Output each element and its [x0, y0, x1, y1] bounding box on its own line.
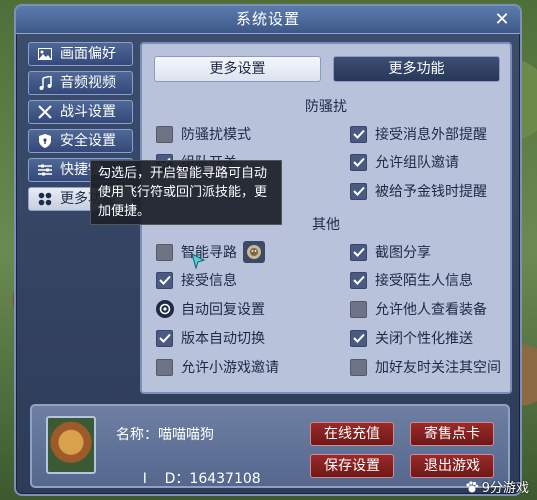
sidebar-item-label: 战斗设置 [60, 104, 116, 120]
paw-icon [466, 480, 478, 492]
checkbox[interactable] [350, 243, 367, 261]
checkbox[interactable] [350, 182, 367, 200]
avatar[interactable] [46, 416, 96, 474]
option-label: 被给予金钱时提醒 [375, 184, 487, 200]
checkbox[interactable] [350, 125, 367, 143]
tab-bar: 更多设置 更多功能 [154, 56, 500, 82]
option-label: 截图分享 [375, 245, 431, 261]
option-label: 版本自动切换 [181, 331, 265, 347]
option-friend-follow-space[interactable]: 加好友时关注其空间 [350, 357, 501, 377]
shield-icon [37, 133, 53, 149]
option-label: 允许他人查看装备 [375, 302, 487, 318]
checkbox[interactable] [350, 271, 367, 289]
sidebar-item-label: 音频视频 [60, 75, 116, 91]
tab-more-features[interactable]: 更多功能 [333, 56, 500, 82]
option-label: 加好友时关注其空间 [375, 360, 501, 376]
option-accept-stranger-info[interactable]: 接受陌生人信息 [350, 270, 473, 290]
checkmark-icon [352, 247, 365, 257]
sidebar-item-display[interactable]: 画面偏好 [28, 42, 133, 66]
option-label: 自动回复设置 [181, 302, 265, 318]
player-name: 喵喵喵狗 [158, 427, 214, 443]
cursor-icon [191, 253, 206, 270]
option-accept-external-alert[interactable]: 接受消息外部提醒 [350, 124, 487, 144]
sliders-icon [37, 162, 53, 178]
image-icon [37, 46, 53, 62]
section-title-anti-harass: 防骚扰 [305, 99, 347, 115]
checkmark-icon [158, 275, 171, 285]
tooltip: 勾选后，开启智能寻路可自动使用飞行符或回门派技能，更加便捷。 [90, 160, 282, 225]
option-screenshot-share[interactable]: 截图分享 [350, 242, 431, 262]
watermark-text: 9分游戏 [481, 481, 529, 496]
checkbox[interactable] [350, 300, 367, 318]
crossed-swords-icon [37, 104, 53, 120]
exit-game-button[interactable]: 退出游戏 [410, 454, 494, 478]
player-id-label: I D： [142, 471, 190, 487]
option-money-alert[interactable]: 被给予金钱时提醒 [350, 181, 487, 201]
lion-badge-icon [243, 241, 265, 263]
option-label: 允许小游戏邀请 [181, 360, 279, 376]
player-name-label: 名称： [116, 427, 158, 443]
option-label: 允许组队邀请 [375, 155, 459, 171]
option-label: 接受信息 [181, 273, 237, 289]
checkbox[interactable] [156, 358, 173, 376]
option-label: 防骚扰模式 [181, 127, 251, 143]
sidebar-item-label: 画面偏好 [60, 46, 116, 62]
player-id: 16437108 [189, 471, 261, 487]
option-auto-recover[interactable]: 自动回复设置 [156, 299, 265, 319]
option-label: 接受陌生人信息 [375, 273, 473, 289]
option-allow-minigame-invite[interactable]: 允许小游戏邀请 [156, 357, 279, 377]
music-note-icon [37, 75, 53, 91]
checkbox[interactable] [350, 358, 367, 376]
tab-more-settings[interactable]: 更多设置 [154, 56, 321, 82]
save-settings-button[interactable]: 保存设置 [310, 454, 394, 478]
option-accept-info[interactable]: 接受信息 [156, 270, 237, 290]
checkbox[interactable] [156, 243, 173, 261]
checkbox[interactable] [156, 271, 173, 289]
sell-points-button[interactable]: 寄售点卡 [410, 422, 494, 446]
sidebar-item-security[interactable]: 安全设置 [28, 129, 133, 153]
option-smart-pathing[interactable]: 智能寻路 [156, 241, 265, 263]
option-auto-version-switch[interactable]: 版本自动切换 [156, 328, 265, 348]
checkmark-icon [352, 275, 365, 285]
checkmark-icon [352, 333, 365, 343]
close-icon[interactable]: ✕ [492, 10, 512, 30]
checkbox[interactable] [350, 329, 367, 347]
watermark: 9分游戏 [465, 477, 529, 496]
checkmark-icon [352, 157, 365, 167]
sidebar-item-battle[interactable]: 战斗设置 [28, 100, 133, 124]
sidebar-item-audio-video[interactable]: 音频视频 [28, 71, 133, 95]
option-allow-team-invite[interactable]: 允许组队邀请 [350, 152, 459, 172]
player-id-row: I D：16437108 [116, 452, 261, 500]
checkmark-icon [352, 186, 365, 196]
option-disable-personal-push[interactable]: 关闭个性化推送 [350, 328, 473, 348]
recharge-button[interactable]: 在线充值 [310, 422, 394, 446]
checkbox[interactable] [350, 153, 367, 171]
option-allow-view-equip[interactable]: 允许他人查看装备 [350, 299, 487, 319]
option-anti-harass-mode[interactable]: 防骚扰模式 [156, 124, 251, 144]
checkbox[interactable] [156, 329, 173, 347]
checkmark-icon [352, 129, 365, 139]
checkbox[interactable] [156, 125, 173, 143]
four-dots-icon [37, 191, 53, 207]
settings-window: 系统设置 ✕ 画面偏好 音频视频 战斗设置 安全设置 快捷键 更多功能 更多设置… [14, 4, 522, 496]
window-title: 系统设置 [16, 6, 520, 34]
option-label: 关闭个性化推送 [375, 331, 473, 347]
player-info-bar: 名称：喵喵喵狗 I D：16437108 在线充值 寄售点卡 保存设置 退出游戏 [30, 404, 510, 488]
sidebar-item-label: 安全设置 [60, 133, 116, 149]
settings-gear-icon[interactable] [156, 300, 174, 318]
checkmark-icon [158, 333, 171, 343]
option-label: 接受消息外部提醒 [375, 127, 487, 143]
player-name-row: 名称：喵喵喵狗 [116, 424, 214, 444]
